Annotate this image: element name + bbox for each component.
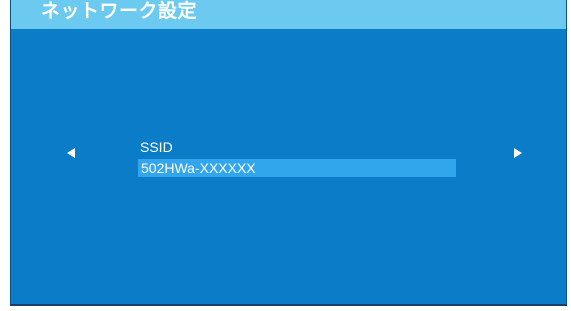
previous-arrow-icon[interactable] <box>67 148 75 158</box>
next-arrow-icon[interactable] <box>514 148 522 158</box>
settings-content: SSID 502HWa-XXXXXX <box>11 29 566 304</box>
settings-screen: ネットワーク設定 SSID 502HWa-XXXXXX <box>10 0 567 306</box>
ssid-label: SSID <box>140 139 173 155</box>
ssid-field[interactable]: 502HWa-XXXXXX <box>138 159 456 177</box>
title-bar: ネットワーク設定 <box>11 0 566 29</box>
page-title: ネットワーク設定 <box>41 0 198 22</box>
